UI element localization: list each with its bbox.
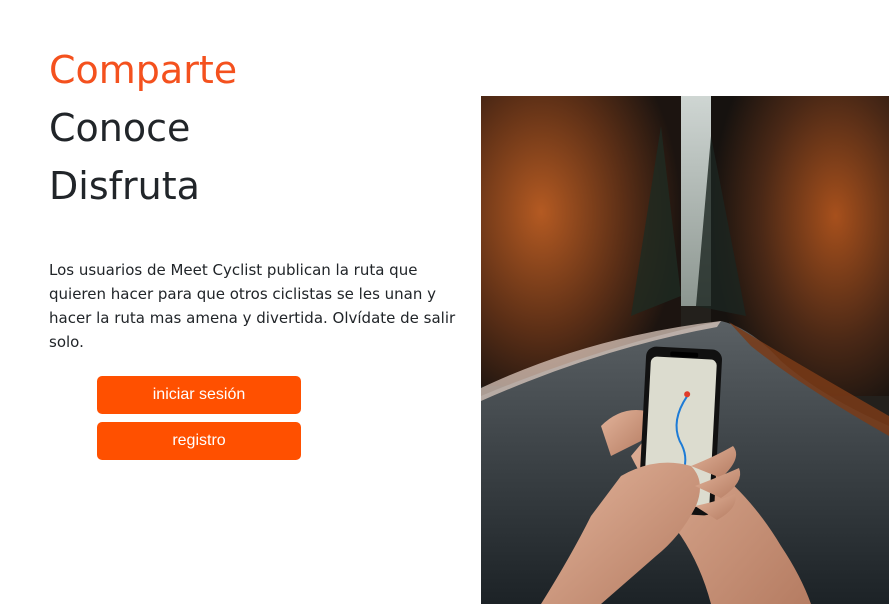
login-button[interactable]: iniciar sesión: [97, 376, 301, 414]
hero-description: Los usuarios de Meet Cyclist publican la…: [49, 261, 456, 351]
hero-image: [481, 96, 889, 604]
headline-conoce: Conoce: [49, 106, 191, 150]
headline-disfruta: Disfruta: [49, 164, 200, 208]
register-button[interactable]: registro: [97, 422, 301, 460]
headline-comparte: Comparte: [49, 48, 238, 92]
